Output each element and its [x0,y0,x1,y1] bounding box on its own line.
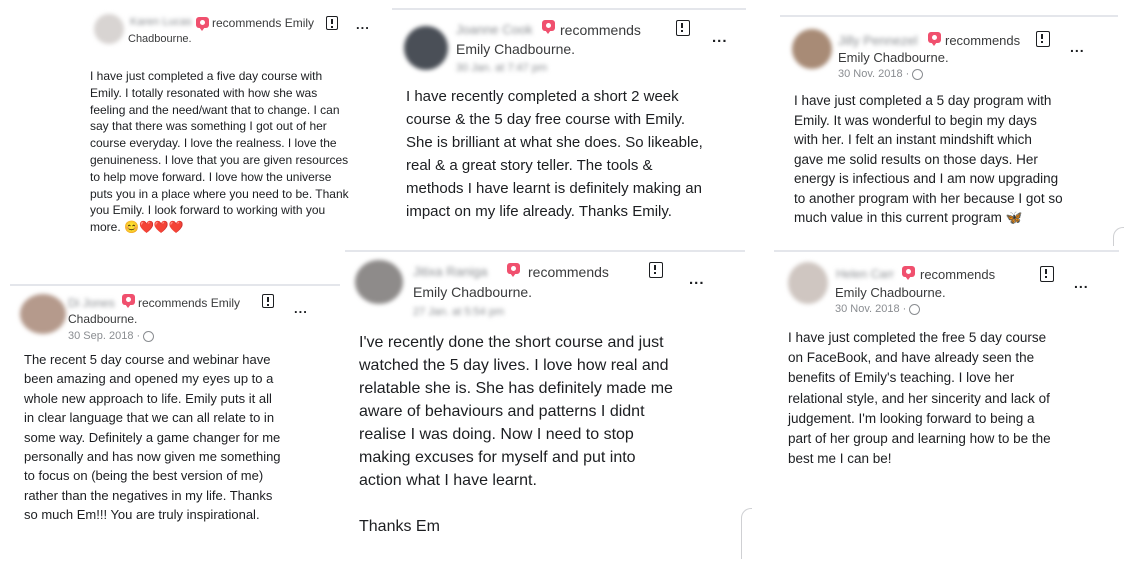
card-edge [1113,227,1124,246]
reviewer-name[interactable]: Karen Lucas [130,16,192,28]
flag-icon[interactable] [326,16,338,30]
recommends-label: recommends [920,267,996,282]
review-card: Jitixa Raniga recommends Emily Chadbourn… [345,250,752,565]
review-card: Karen Lucas recommends Emily Chadbourne.… [80,8,380,248]
recommends-icon [507,263,520,277]
flag-icon[interactable] [1040,266,1054,282]
card-divider [780,15,1118,17]
recommends-label: recommends [212,16,282,30]
review-date[interactable]: 30 Jan. at 7:47 pm [456,62,547,74]
flag-icon[interactable] [262,294,274,308]
more-options-icon[interactable]: ... [712,30,728,45]
page-name-link[interactable]: Emily Chadbourne. [413,284,532,300]
review-text: I have just completed a 5 day program wi… [794,93,1063,225]
globe-icon [912,68,924,80]
page-name-link[interactable]: Emily Chadbourne. [838,50,949,65]
avatar[interactable] [788,262,828,304]
page-name-link[interactable]: Emily [285,16,314,30]
recommends-icon [542,20,555,34]
page-name-link[interactable]: Emily Chadbourne. [835,285,946,300]
globe-icon [143,330,155,342]
more-options-icon[interactable]: ... [356,18,370,31]
review-card: Jilly Pennezel recommends Emily Chadbour… [780,15,1124,246]
reviewer-name[interactable]: Helen Carr [836,267,894,281]
flag-icon[interactable] [1036,31,1050,47]
page-name-link[interactable]: Chadbourne. [128,33,192,45]
review-card: Joanne Cook recommends Emily Chadbourne.… [392,8,746,238]
avatar[interactable] [792,29,832,69]
globe-icon [909,303,921,315]
review-date[interactable]: 30 Sep. 2018 · [68,330,140,342]
review-card: Helen Carr recommends Emily Chadbourne. … [774,250,1119,480]
recommends-label: recommends [138,296,208,310]
recommends-label: recommends [560,22,641,38]
recommends-icon [928,32,941,46]
more-options-icon[interactable]: ... [1070,40,1085,54]
card-divider [10,284,340,286]
page-name-link[interactable]: Emily [211,296,240,310]
card-edge [741,508,752,559]
reviewer-name[interactable]: Jilly Pennezel [838,33,918,48]
review-text: I've recently done the short course and … [359,334,673,535]
review-date[interactable]: 30 Nov. 2018 · [835,303,906,315]
card-divider [392,8,746,10]
recommends-label: recommends [945,33,1021,48]
avatar[interactable] [404,26,448,70]
more-options-icon[interactable]: ... [294,302,308,315]
review-text: I have just completed a five day course … [90,69,349,235]
reviewer-name[interactable]: Di Jones [68,296,115,310]
review-card: Di Jones recommends Emily Chadbourne. 30… [10,284,340,544]
recommends-icon [122,294,135,308]
avatar[interactable] [94,14,124,44]
page-name-link[interactable]: Emily Chadbourne. [456,41,575,57]
page-name-link[interactable]: Chadbourne. [68,312,137,326]
recommends-label: recommends [528,264,609,280]
reviewer-name[interactable]: Joanne Cook [456,22,533,37]
review-text: I have just completed the free 5 day cou… [788,330,1051,467]
review-date[interactable]: 27 Jan. at 5:54 pm [413,306,504,318]
recommends-icon [902,266,915,280]
review-text: The recent 5 day course and webinar have… [24,352,281,523]
flag-icon[interactable] [676,20,690,36]
review-date[interactable]: 30 Nov. 2018 · [838,68,909,80]
reviewer-name[interactable]: Jitixa Raniga [413,264,487,279]
more-options-icon[interactable]: ... [689,272,705,287]
flag-icon[interactable] [649,262,663,278]
recommends-icon [196,17,209,31]
avatar[interactable] [20,294,66,334]
avatar[interactable] [355,260,403,304]
card-divider [774,250,1119,252]
review-text: I have recently completed a short 2 week… [406,88,703,220]
card-divider [345,250,745,252]
more-options-icon[interactable]: ... [1074,276,1089,290]
